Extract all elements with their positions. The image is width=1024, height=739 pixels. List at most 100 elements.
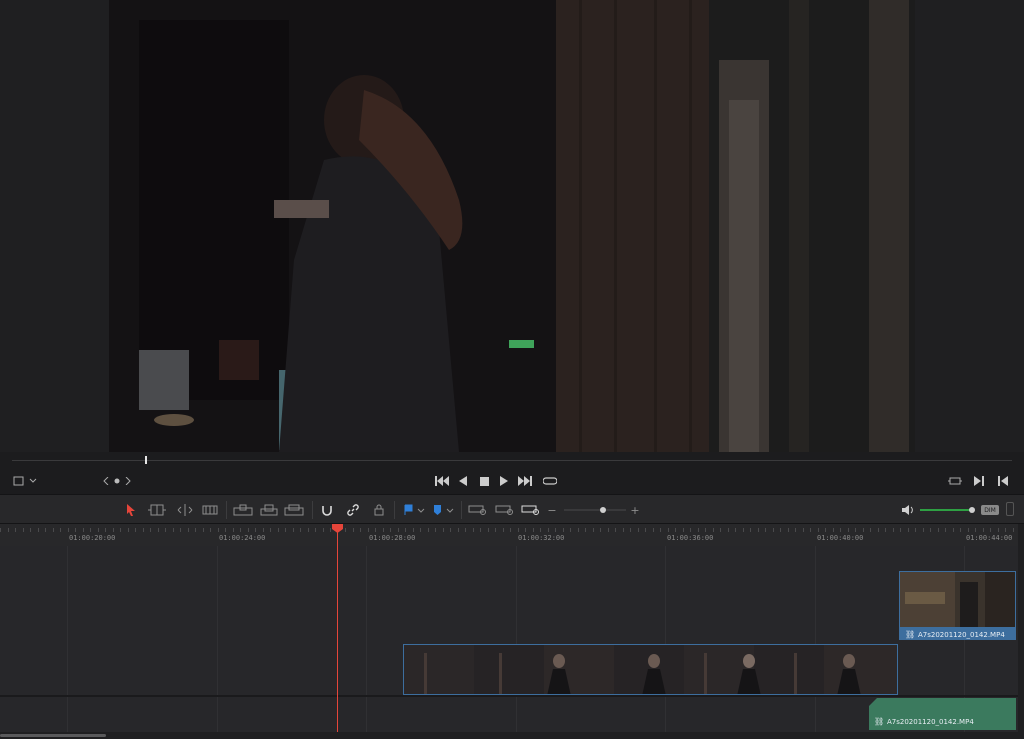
scrubber-bar[interactable] <box>0 452 1024 469</box>
selection-tool-button[interactable] <box>124 502 138 518</box>
ruler-tick <box>120 528 121 532</box>
insert-clip-button[interactable] <box>232 502 254 518</box>
flag-dropdown[interactable] <box>402 502 428 518</box>
ruler-tick <box>593 528 594 532</box>
ruler-tick <box>210 528 211 532</box>
timeline-tracks[interactable]: ⛓ A7s20201120_0142.MP4 ⛓ A7s20201120_014… <box>0 546 1018 732</box>
ruler-tick <box>953 528 954 532</box>
ruler-tick <box>480 528 481 532</box>
go-to-first-frame-button[interactable] <box>434 474 450 488</box>
vertical-scrollbar[interactable] <box>1018 524 1024 739</box>
ruler-tick <box>105 528 106 532</box>
zoom-slider[interactable] <box>564 502 626 518</box>
ruler-tick <box>855 528 856 532</box>
scrubber-handle[interactable] <box>145 456 147 464</box>
toolbar-separator <box>312 501 313 519</box>
zoom-out-button[interactable]: − <box>546 502 558 518</box>
ruler-tick <box>623 528 624 532</box>
marker-dropdown[interactable] <box>431 502 457 518</box>
stop-button[interactable] <box>477 474 491 488</box>
insert-icon <box>233 504 253 516</box>
zoom-in-button[interactable]: + <box>629 502 641 518</box>
volume-icon[interactable] <box>900 502 916 518</box>
ruler-tick <box>218 528 219 532</box>
ruler-tick <box>390 528 391 532</box>
audio-clip-a1[interactable]: ⛓ A7s20201120_0142.MP4 <box>869 698 1016 730</box>
ruler-tick <box>900 528 901 532</box>
video-clip-v2[interactable]: ⛓ A7s20201120_0142.MP4 <box>899 571 1016 640</box>
volume-slider[interactable] <box>920 502 976 518</box>
scrubber-track[interactable] <box>12 460 1012 461</box>
ruler-tick <box>743 528 744 532</box>
play-icon <box>500 476 508 486</box>
ruler-tick <box>765 528 766 532</box>
ruler-tick <box>60 528 61 532</box>
ruler-tick <box>683 528 684 532</box>
gridline <box>366 546 367 732</box>
toolbar-separator <box>394 501 395 519</box>
video-audio-divider[interactable] <box>0 695 1018 697</box>
trim-tool-button[interactable] <box>146 502 168 518</box>
ruler-tick <box>488 528 489 532</box>
next-edit-button[interactable] <box>972 474 986 488</box>
replace-icon <box>284 504 304 516</box>
ruler-tick <box>0 528 1 532</box>
dynamic-trim-button[interactable] <box>174 502 196 518</box>
chevron-left-icon[interactable] <box>102 474 110 488</box>
ruler-tick <box>998 528 999 532</box>
ruler-tick <box>510 528 511 532</box>
ruler-tick <box>203 528 204 532</box>
ruler-tick <box>870 528 871 532</box>
video-frame[interactable] <box>109 0 915 452</box>
ruler-tick <box>8 528 9 532</box>
go-to-last-frame-button[interactable] <box>517 474 533 488</box>
overwrite-clip-button[interactable] <box>259 502 279 518</box>
detail-zoom-button[interactable] <box>494 502 516 518</box>
viewer-crop-dropdown[interactable] <box>12 474 38 488</box>
loop-button[interactable] <box>542 474 558 488</box>
ruler-tick <box>840 528 841 532</box>
play-button[interactable] <box>497 474 511 488</box>
ruler-tick <box>345 528 346 532</box>
ruler-tick <box>323 528 324 532</box>
ruler-tick <box>713 528 714 532</box>
ruler-tick <box>728 528 729 532</box>
blade-tool-button[interactable] <box>201 502 219 518</box>
ruler-tick <box>518 528 519 532</box>
custom-zoom-button[interactable] <box>520 502 542 518</box>
ruler-tick <box>795 528 796 532</box>
dot-icon[interactable] <box>113 474 121 488</box>
replace-clip-button[interactable] <box>283 502 305 518</box>
ruler-tick <box>885 528 886 532</box>
toolbar-separator <box>226 501 227 519</box>
ruler-timecode: 01:00:44:00 <box>966 534 1013 542</box>
ruler-tick <box>803 528 804 532</box>
linked-selection-toggle[interactable] <box>346 502 360 518</box>
position-lock-toggle[interactable] <box>372 502 386 518</box>
ruler-tick <box>923 528 924 532</box>
chevron-right-icon[interactable] <box>124 474 132 488</box>
video-clip-v1[interactable] <box>403 644 898 695</box>
ruler-tick <box>188 528 189 532</box>
ruler-tick <box>615 528 616 532</box>
ruler-tick <box>608 528 609 532</box>
match-frame-button[interactable] <box>946 474 964 488</box>
dim-button[interactable]: DIM <box>981 505 999 515</box>
ruler-tick <box>300 528 301 532</box>
audio-meter-button[interactable] <box>1006 502 1014 516</box>
prev-edit-button[interactable] <box>996 474 1010 488</box>
ruler-timecode: 01:00:24:00 <box>219 534 266 542</box>
ruler-tick <box>758 528 759 532</box>
full-extent-zoom-button[interactable] <box>467 502 489 518</box>
ruler-timecode: 01:00:40:00 <box>817 534 864 542</box>
play-reverse-button[interactable] <box>456 474 470 488</box>
ruler-timecode: 01:00:32:00 <box>518 534 565 542</box>
ruler-tick <box>30 528 31 532</box>
snapping-toggle[interactable] <box>320 502 334 518</box>
ruler-tick <box>75 528 76 532</box>
ruler-tick <box>810 528 811 532</box>
ruler-tick <box>53 528 54 532</box>
timeline-ruler[interactable]: 01:00:20:00 01:00:24:00 01:00:28:00 01:0… <box>0 524 1018 546</box>
horizontal-scrollbar[interactable] <box>0 734 106 737</box>
playhead-line[interactable] <box>337 530 338 732</box>
